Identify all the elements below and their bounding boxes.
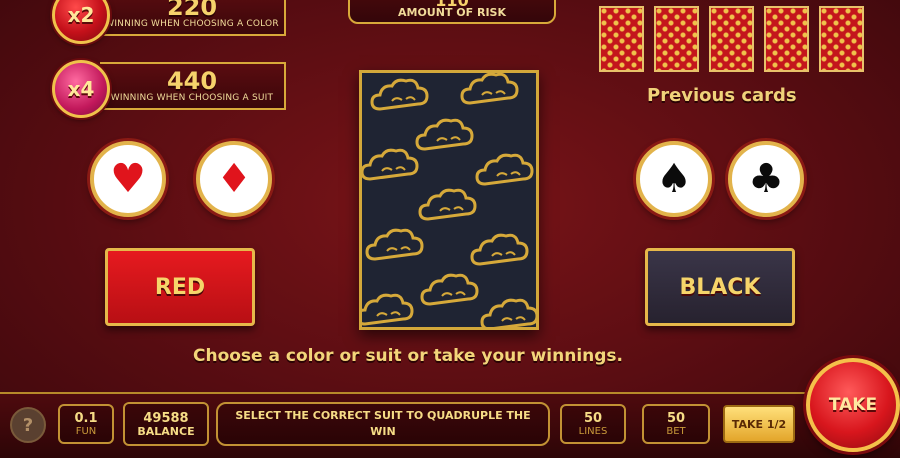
risk-caption: AMOUNT OF RISK [398, 6, 506, 19]
status-message: SELECT THE CORRECT SUIT TO QUADRUPLE THE… [216, 402, 550, 446]
previous-card [599, 6, 644, 72]
x4-badge: x4 [52, 60, 110, 118]
red-button[interactable]: RED [105, 248, 255, 326]
help-button[interactable]: ? [10, 407, 46, 443]
bet-control[interactable]: 50 BET [642, 404, 710, 444]
risk-panel: 110 AMOUNT OF RISK [348, 0, 556, 24]
fun-value: 0.1 [74, 410, 98, 426]
previous-card [709, 6, 754, 72]
previous-card [654, 6, 699, 72]
black-button[interactable]: BLACK [645, 248, 795, 326]
take-button[interactable]: TAKE [806, 358, 900, 452]
cloud-pattern [362, 73, 536, 327]
lines-label: LINES [578, 425, 608, 437]
bet-label: BET [666, 425, 686, 437]
suit-win-value: 440 [166, 67, 218, 95]
previous-card [819, 6, 864, 72]
spade-icon: ♠ [656, 156, 692, 202]
fun-denomination[interactable]: 0.1 FUN [58, 404, 114, 444]
face-down-card [359, 70, 539, 330]
lines-control[interactable]: 50 LINES [560, 404, 626, 444]
bet-value: 50 [666, 410, 686, 426]
balance-display: 49588 BALANCE [123, 402, 209, 446]
previous-cards-label: Previous cards [647, 85, 797, 106]
color-win-panel: 220 WINNING WHEN CHOOSING A COLOR [100, 0, 286, 36]
fun-label: FUN [75, 425, 97, 437]
x2-badge: x2 [52, 0, 110, 44]
suit-win-caption: WINNING WHEN CHOOSING A SUIT [110, 93, 274, 103]
diamond-icon: ♦ [216, 156, 252, 202]
balance-value: 49588 [143, 410, 189, 426]
club-suit-button[interactable]: ♣ [728, 141, 804, 217]
lines-value: 50 [583, 410, 603, 426]
heart-suit-button[interactable]: ♥ [90, 141, 166, 217]
diamond-suit-button[interactable]: ♦ [196, 141, 272, 217]
color-win-caption: WINNING WHEN CHOOSING A COLOR [105, 19, 279, 29]
club-icon: ♣ [748, 156, 784, 202]
spade-suit-button[interactable]: ♠ [636, 141, 712, 217]
balance-label: BALANCE [137, 424, 195, 438]
heart-icon: ♥ [110, 156, 146, 202]
instruction-text: Choose a color or suit or take your winn… [193, 346, 623, 366]
take-half-button[interactable]: TAKE 1/2 [723, 405, 795, 443]
suit-win-panel: 440 WINNING WHEN CHOOSING A SUIT [100, 62, 286, 110]
color-win-value: 220 [166, 0, 218, 21]
previous-card [764, 6, 809, 72]
